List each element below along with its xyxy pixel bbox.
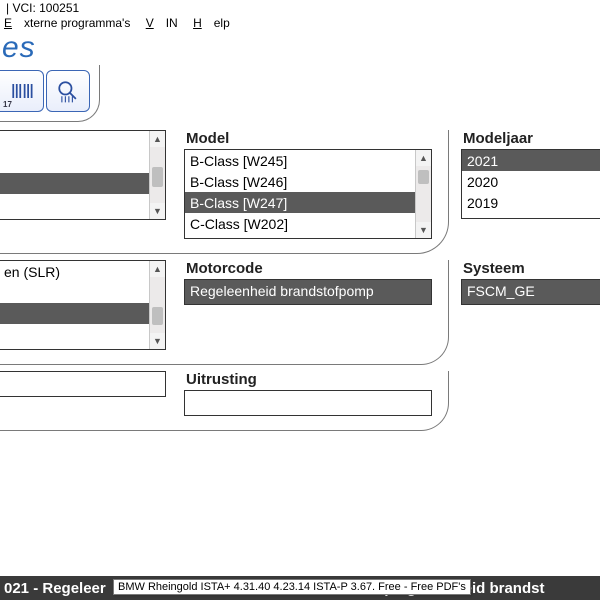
type-listbox[interactable]: en (SLR)★★★ ▲ ▼ (0, 260, 166, 350)
model-label: Model (186, 130, 432, 147)
list-item[interactable] (0, 324, 165, 345)
status-bar: | VCI: 100251 (0, 0, 600, 15)
model-listbox[interactable]: B-Class [W245]B-Class [W246]★B-Class [W2… (184, 149, 432, 239)
list-item[interactable]: ★ (0, 303, 165, 324)
list-item[interactable]: B-Class [W247]★ (185, 192, 431, 213)
list-item[interactable]: ★ (0, 173, 165, 194)
scroll-up-icon[interactable]: ▲ (150, 261, 165, 277)
scroll-up-icon[interactable]: ▲ (416, 150, 431, 166)
list-item[interactable]: 2020 (462, 171, 600, 192)
systeem-field[interactable]: FSCM_GE (461, 279, 600, 305)
footer-text-left: 021 - Regeleer (4, 580, 106, 597)
scrollbar[interactable]: ▲ ▼ (149, 131, 165, 219)
taskbar-tooltip: BMW Rheingold ISTA+ 4.31.40 4.23.14 ISTA… (113, 579, 471, 595)
motorcode-label: Motorcode (186, 260, 432, 277)
uitrusting-field[interactable] (184, 390, 432, 416)
list-item[interactable]: 2019 (462, 192, 600, 213)
list-item[interactable]: 2021 (462, 150, 600, 171)
list-item[interactable]: ★ (0, 152, 165, 173)
list-item[interactable]: ★ (0, 131, 165, 152)
list-item[interactable]: C-Class [W202] (185, 213, 431, 234)
systeem-label: Systeem (463, 260, 585, 277)
scroll-down-icon[interactable]: ▼ (150, 333, 165, 349)
scrollbar[interactable]: ▲ ▼ (415, 150, 431, 238)
list-item[interactable]: B-Class [W245] (185, 150, 431, 171)
search-barcode-button[interactable] (46, 70, 90, 112)
list-item[interactable]: en (SLR)★ (0, 261, 165, 282)
menu-vin[interactable]: VIN (146, 16, 178, 30)
list-item[interactable]: ★ (0, 282, 165, 303)
engine-field[interactable] (0, 371, 166, 397)
scroll-up-icon[interactable]: ▲ (150, 131, 165, 147)
modeljaar-label: Modeljaar (463, 130, 585, 147)
scrollbar[interactable]: ▲ ▼ (149, 261, 165, 349)
menu-bar: EExterne programma'sxterne programma's V… (0, 15, 600, 33)
year-listbox[interactable]: 202120202019 (461, 149, 600, 219)
menu-help[interactable]: Help (193, 16, 230, 30)
barcode-button[interactable]: 17 (0, 70, 44, 112)
barcode-count: 17 (3, 100, 12, 109)
scroll-down-icon[interactable]: ▼ (416, 222, 431, 238)
motorcode-field[interactable]: Regeleenheid brandstofpomp (184, 279, 432, 305)
brand-logo-fragment: es (0, 33, 600, 65)
uitrusting-label: Uitrusting (186, 371, 432, 388)
toolbar: 17 (0, 65, 100, 122)
brand-listbox[interactable]: ★★★ ▲ ▼ (0, 130, 166, 220)
list-item[interactable] (0, 194, 165, 215)
list-item[interactable]: B-Class [W246]★ (185, 171, 431, 192)
scroll-down-icon[interactable]: ▼ (150, 203, 165, 219)
menu-externe[interactable]: EExterne programma'sxterne programma's (4, 16, 130, 30)
